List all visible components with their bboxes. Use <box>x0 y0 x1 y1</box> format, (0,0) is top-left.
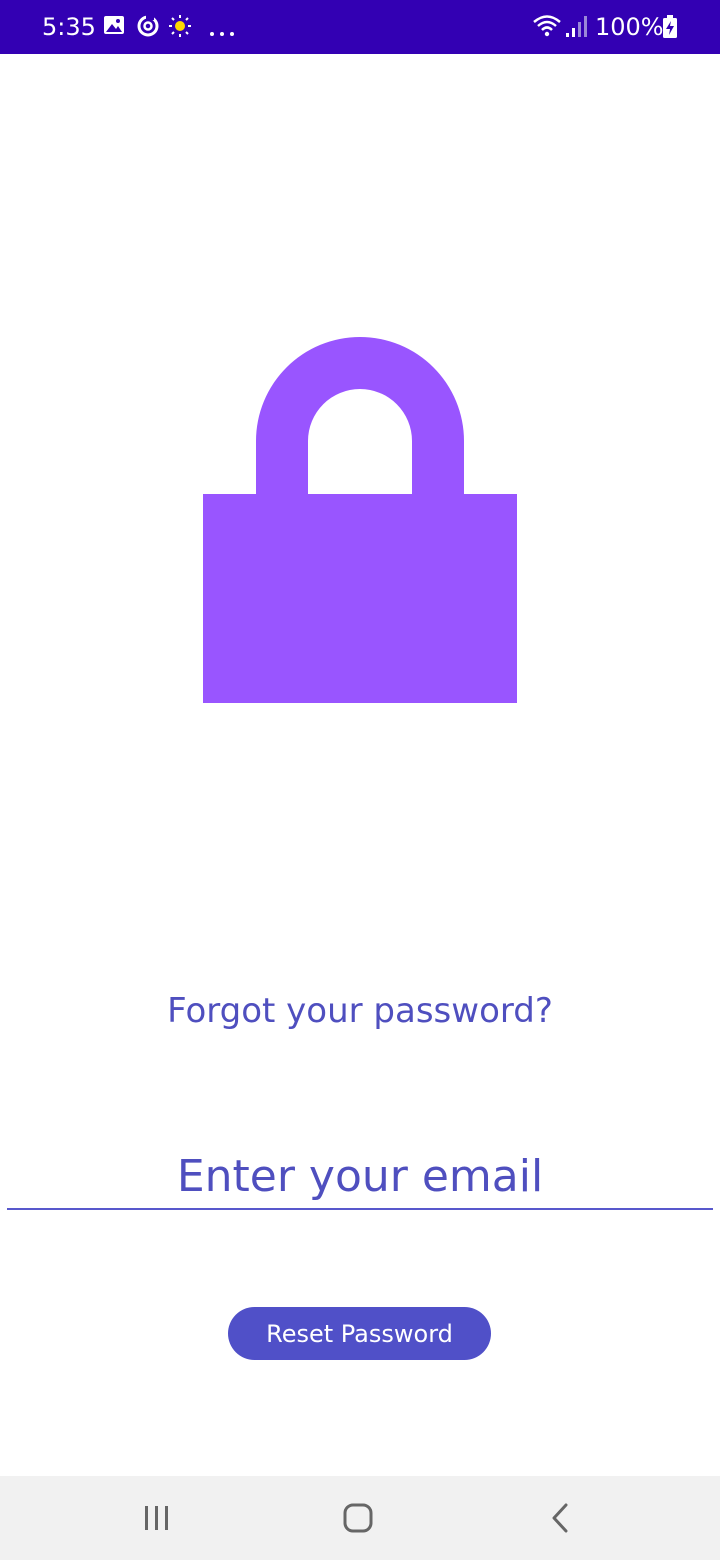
signal-icon <box>564 14 588 43</box>
email-field[interactable] <box>7 1144 713 1210</box>
weather-sun-icon <box>168 14 192 43</box>
back-icon[interactable] <box>530 1496 590 1540</box>
more-dots-icon <box>208 24 236 42</box>
recents-icon[interactable] <box>127 1496 187 1540</box>
sync-icon <box>136 14 160 43</box>
lock-icon <box>203 337 517 708</box>
forgot-password-screen: 5:35 100% Forgot your password? Enter yo… <box>0 0 720 1560</box>
reset-password-button[interactable]: Reset Password <box>228 1307 491 1360</box>
gallery-icon <box>103 14 125 41</box>
status-bar: 5:35 100% <box>0 0 720 54</box>
battery-percent: 100% <box>595 13 664 41</box>
navigation-bar <box>0 1476 720 1560</box>
status-time: 5:35 <box>42 13 96 41</box>
forgot-password-heading: Forgot your password? <box>167 991 553 1031</box>
home-icon[interactable] <box>328 1496 388 1540</box>
battery-charging-icon <box>662 15 678 44</box>
wifi-icon <box>532 14 562 43</box>
